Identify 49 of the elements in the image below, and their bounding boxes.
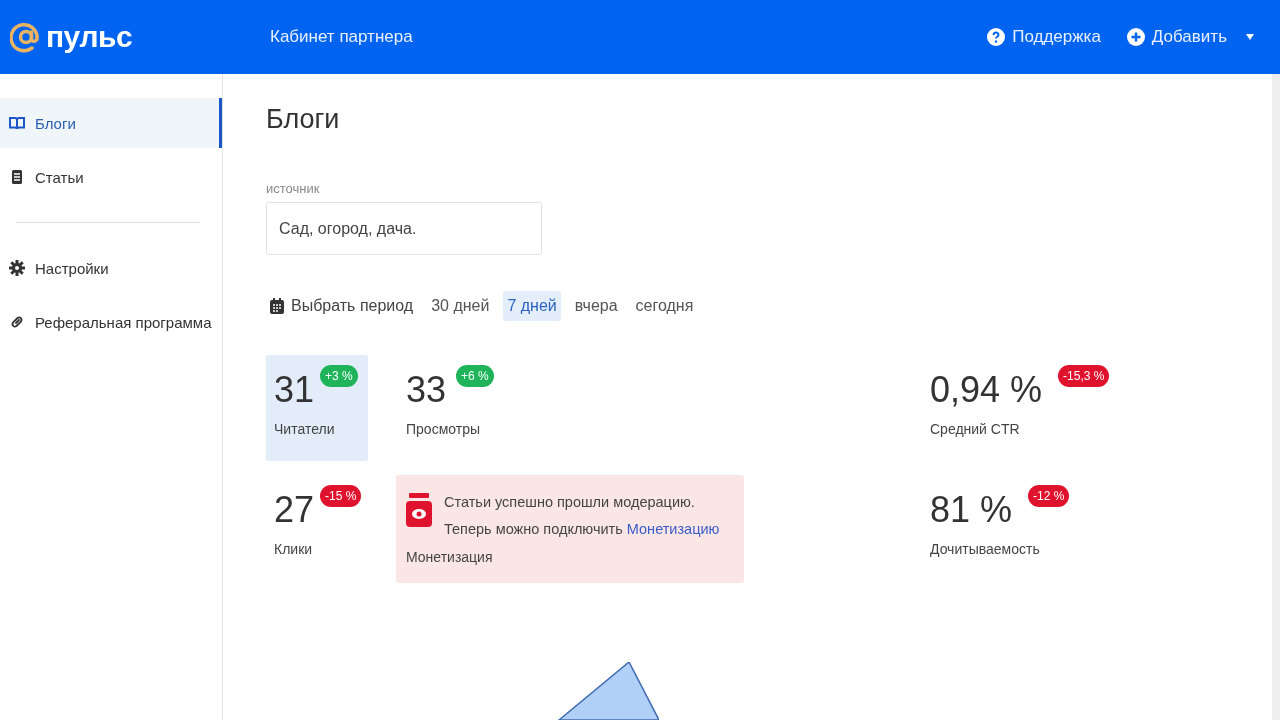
calendar-icon xyxy=(270,298,284,314)
logo-text[interactable]: пульс xyxy=(46,20,133,54)
notice-text: Статьи успешно прошли модерацию. Теперь можно подключить Монетизацию xyxy=(444,493,721,539)
document-icon xyxy=(9,169,25,185)
sidebar-item[interactable]: Блоги xyxy=(0,98,222,148)
at-sign-icon xyxy=(10,21,42,53)
period-option[interactable]: сегодня xyxy=(631,291,698,321)
monetization-link[interactable]: Монетизацию xyxy=(626,521,720,537)
change-badge: +3 % xyxy=(320,365,358,387)
metric-value: 33 xyxy=(406,369,447,411)
jar-icon xyxy=(406,493,432,527)
header-action-button[interactable]: Добавить xyxy=(1126,27,1254,47)
metric-value: 27 xyxy=(274,489,315,531)
header-action-button[interactable]: Поддержка xyxy=(987,27,1101,47)
metric-card[interactable]: 27 -15 % Клики xyxy=(266,475,368,583)
metric-card[interactable]: 81 % -12 % Дочитываемость xyxy=(922,475,1162,583)
field-label: источник xyxy=(266,181,321,196)
change-badge: -12 % xyxy=(1028,485,1070,507)
period-picker-button[interactable]: Выбрать период xyxy=(266,292,418,320)
help-icon xyxy=(987,28,1006,46)
header-title: Кабинет партнера xyxy=(270,27,413,47)
sidebar-item[interactable]: Статьи xyxy=(0,152,222,202)
notice-caption: Монетизация xyxy=(406,549,494,565)
metric-label: Дочитываемость xyxy=(930,541,1041,557)
gear-icon xyxy=(9,260,25,276)
link-icon xyxy=(9,314,25,330)
change-badge: -15 % xyxy=(320,485,362,507)
metric-value: 31 xyxy=(274,369,315,411)
book-icon xyxy=(9,115,25,131)
metric-card[interactable]: 31 +3 % Читатели xyxy=(266,355,368,461)
metric-label: Читатели xyxy=(274,421,336,437)
change-badge: -15,3 % xyxy=(1058,365,1110,387)
metric-value: 81 % xyxy=(930,489,1013,531)
page-title: Блоги xyxy=(266,104,341,135)
caret-icon xyxy=(1246,34,1254,40)
sidebar-item[interactable]: Настройки xyxy=(0,243,222,293)
metric-label: Средний CTR xyxy=(930,421,1021,437)
add-icon xyxy=(1126,28,1145,46)
period-option[interactable]: вчера xyxy=(570,291,622,321)
metric-value: 0,94 % xyxy=(930,369,1043,411)
period-option[interactable]: 30 дней xyxy=(427,291,494,321)
change-badge: +6 % xyxy=(456,365,494,387)
sidebar-item[interactable]: Реферальная программа xyxy=(0,297,222,347)
metric-label: Просмотры xyxy=(406,421,481,437)
source-field[interactable]: Сад, огород, дача. xyxy=(266,202,542,255)
metric-label: Клики xyxy=(274,541,314,557)
metric-card[interactable]: 33 +6 % Просмотры xyxy=(398,355,744,461)
metric-card[interactable]: 0,94 % -15,3 % Средний CTR xyxy=(922,355,1162,461)
period-option[interactable]: 7 дней xyxy=(503,291,561,321)
